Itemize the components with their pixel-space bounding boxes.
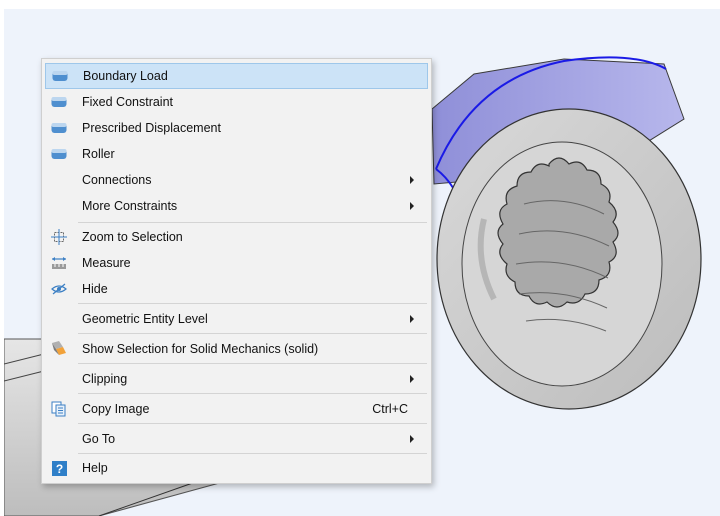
menu-item-show-selection[interactable]: Show Selection for Solid Mechanics (soli… bbox=[45, 336, 428, 362]
menu-item-help[interactable]: ? Help bbox=[45, 455, 428, 481]
menu-item-label: Go To bbox=[82, 432, 116, 446]
measure-icon bbox=[51, 255, 67, 271]
boundary-load-icon bbox=[52, 68, 68, 84]
menu-separator bbox=[78, 453, 427, 454]
menu-separator bbox=[78, 333, 427, 334]
menu-separator bbox=[78, 393, 427, 394]
menu-separator bbox=[78, 423, 427, 424]
svg-text:?: ? bbox=[55, 462, 62, 476]
menu-separator bbox=[78, 222, 427, 223]
prescribed-displacement-icon bbox=[51, 120, 67, 136]
menu-separator bbox=[78, 363, 427, 364]
hide-icon bbox=[51, 281, 67, 297]
menu-item-label: Help bbox=[82, 461, 108, 475]
menu-item-go-to[interactable]: Go To bbox=[45, 426, 428, 452]
menu-item-label: Roller bbox=[82, 147, 115, 161]
menu-item-boundary-load[interactable]: Boundary Load bbox=[45, 63, 428, 89]
copy-image-icon bbox=[51, 401, 67, 417]
zoom-to-selection-icon bbox=[51, 229, 67, 245]
menu-item-prescribed-displacement[interactable]: Prescribed Displacement bbox=[45, 115, 428, 141]
menu-item-label: Zoom to Selection bbox=[82, 230, 183, 244]
menu-item-hide[interactable]: Hide bbox=[45, 276, 428, 302]
menu-item-label: Geometric Entity Level bbox=[82, 312, 208, 326]
menu-item-zoom-to-selection[interactable]: Zoom to Selection bbox=[45, 224, 428, 250]
menu-item-copy-image[interactable]: Copy Image Ctrl+C bbox=[45, 396, 428, 422]
shortcut-label: Ctrl+C bbox=[372, 402, 408, 416]
menu-separator bbox=[78, 303, 427, 304]
submenu-arrow-icon bbox=[410, 315, 414, 323]
menu-item-clipping[interactable]: Clipping bbox=[45, 366, 428, 392]
submenu-arrow-icon bbox=[410, 202, 414, 210]
menu-item-label: More Constraints bbox=[82, 199, 178, 213]
menu-item-more-constraints[interactable]: More Constraints bbox=[45, 193, 428, 219]
menu-item-label: Show Selection for Solid Mechanics (soli… bbox=[82, 342, 319, 356]
roller-icon bbox=[51, 146, 67, 162]
menu-item-measure[interactable]: Measure bbox=[45, 250, 428, 276]
help-icon: ? bbox=[51, 460, 67, 476]
menu-item-connections[interactable]: Connections bbox=[45, 167, 428, 193]
submenu-arrow-icon bbox=[410, 176, 414, 184]
menu-item-roller[interactable]: Roller bbox=[45, 141, 428, 167]
fixed-constraint-icon bbox=[51, 94, 67, 110]
show-selection-icon bbox=[51, 341, 67, 357]
menu-item-label: Connections bbox=[82, 173, 152, 187]
menu-item-label: Boundary Load bbox=[83, 69, 168, 83]
menu-item-label: Copy Image bbox=[82, 402, 150, 416]
menu-item-label: Hide bbox=[82, 282, 108, 296]
submenu-arrow-icon bbox=[410, 375, 414, 383]
menu-item-fixed-constraint[interactable]: Fixed Constraint bbox=[45, 89, 428, 115]
menu-item-label: Prescribed Displacement bbox=[82, 121, 221, 135]
menu-item-label: Clipping bbox=[82, 372, 128, 386]
menu-item-label: Fixed Constraint bbox=[82, 95, 174, 109]
context-menu: Boundary Load Fixed Constraint Prescribe… bbox=[41, 58, 432, 484]
menu-item-label: Measure bbox=[82, 256, 131, 270]
menu-item-geometric-entity-level[interactable]: Geometric Entity Level bbox=[45, 306, 428, 332]
submenu-arrow-icon bbox=[410, 435, 414, 443]
